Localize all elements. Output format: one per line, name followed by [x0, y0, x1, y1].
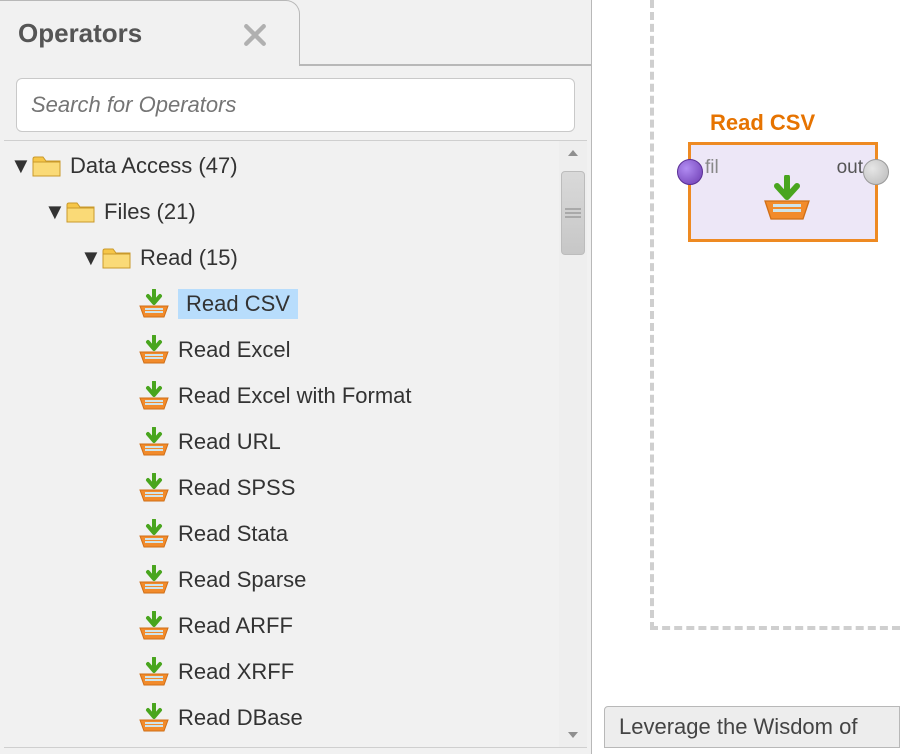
tree-label: Read Sparse [178, 565, 312, 595]
tree-item-read-sparse[interactable]: Read Sparse [4, 557, 559, 603]
scroll-down-icon[interactable] [559, 723, 587, 747]
port-out[interactable] [863, 159, 889, 185]
tree-label: Read Stata [178, 519, 294, 549]
canvas-drop-region [650, 0, 900, 630]
tree-label: Read SPSS [178, 473, 301, 503]
import-icon [138, 335, 170, 365]
close-icon[interactable] [241, 21, 269, 49]
scroll-thumb[interactable] [561, 171, 585, 255]
tab-title: Operators [18, 18, 142, 49]
tree-folder-data-access[interactable]: ▼ Data Access (47) [4, 143, 559, 189]
tree-label: Read URL [178, 427, 287, 457]
port-in[interactable] [677, 159, 703, 185]
import-icon [763, 175, 811, 223]
tree-item-read-csv[interactable]: Read CSV [4, 281, 559, 327]
import-icon [138, 381, 170, 411]
operator-tree[interactable]: ▼ Data Access (47) ▼ Files (21) ▼ Read (… [4, 141, 559, 747]
tab-bar: Operators [0, 0, 591, 66]
chevron-down-icon[interactable]: ▼ [44, 199, 60, 225]
tree-label: Read ARFF [178, 611, 299, 641]
vertical-scrollbar[interactable] [559, 141, 587, 747]
import-icon [138, 657, 170, 687]
tree-label: Data Access (47) [70, 151, 244, 181]
import-icon [138, 473, 170, 503]
search-input[interactable] [16, 78, 575, 132]
process-canvas[interactable]: Read CSV fil out [592, 0, 900, 698]
tree-label: Read Excel with Format [178, 381, 418, 411]
tree-item-read-url[interactable]: Read URL [4, 419, 559, 465]
tree-label: Read CSV [178, 289, 298, 319]
import-icon [138, 703, 170, 733]
chevron-down-icon[interactable]: ▼ [80, 245, 96, 271]
help-panel-header[interactable]: Leverage the Wisdom of [604, 706, 900, 748]
tree-label: Read Excel [178, 335, 297, 365]
port-out-label: out [837, 157, 863, 179]
tree-item-read-xrff[interactable]: Read XRFF [4, 649, 559, 695]
tree-folder-files[interactable]: ▼ Files (21) [4, 189, 559, 235]
tree-item-read-arff[interactable]: Read ARFF [4, 603, 559, 649]
tree-label: Read XRFF [178, 657, 300, 687]
tree-item-read-stata[interactable]: Read Stata [4, 511, 559, 557]
tree-item-read-dbase[interactable]: Read DBase [4, 695, 559, 741]
operator-node-title: Read CSV [710, 110, 815, 136]
import-icon [138, 289, 170, 319]
operators-panel: Operators ▼ Data Access (47) [0, 0, 592, 754]
import-icon [138, 519, 170, 549]
tree-item-read-spss[interactable]: Read SPSS [4, 465, 559, 511]
help-title: Leverage the Wisdom of [619, 714, 857, 740]
tree-folder-read[interactable]: ▼ Read (15) [4, 235, 559, 281]
port-in-label: fil [705, 157, 719, 179]
import-icon [138, 427, 170, 457]
scroll-up-icon[interactable] [559, 141, 587, 165]
tree-label: Read (15) [140, 243, 244, 273]
chevron-down-icon[interactable]: ▼ [10, 153, 26, 179]
tree-label: Read DBase [178, 703, 309, 733]
search-area [0, 66, 591, 140]
operator-node-read-csv[interactable]: fil out [688, 142, 878, 242]
tab-operators[interactable]: Operators [0, 0, 300, 66]
folder-icon [66, 199, 96, 225]
folder-icon [102, 245, 132, 271]
tree-item-read-excel[interactable]: Read Excel [4, 327, 559, 373]
import-icon [138, 611, 170, 641]
import-icon [138, 565, 170, 595]
process-canvas-panel: Read CSV fil out Leverage the Wisdom of [592, 0, 900, 754]
scroll-track[interactable] [559, 165, 587, 723]
folder-icon [32, 153, 62, 179]
tree-item-read-excel-format[interactable]: Read Excel with Format [4, 373, 559, 419]
tree-label: Files (21) [104, 197, 202, 227]
